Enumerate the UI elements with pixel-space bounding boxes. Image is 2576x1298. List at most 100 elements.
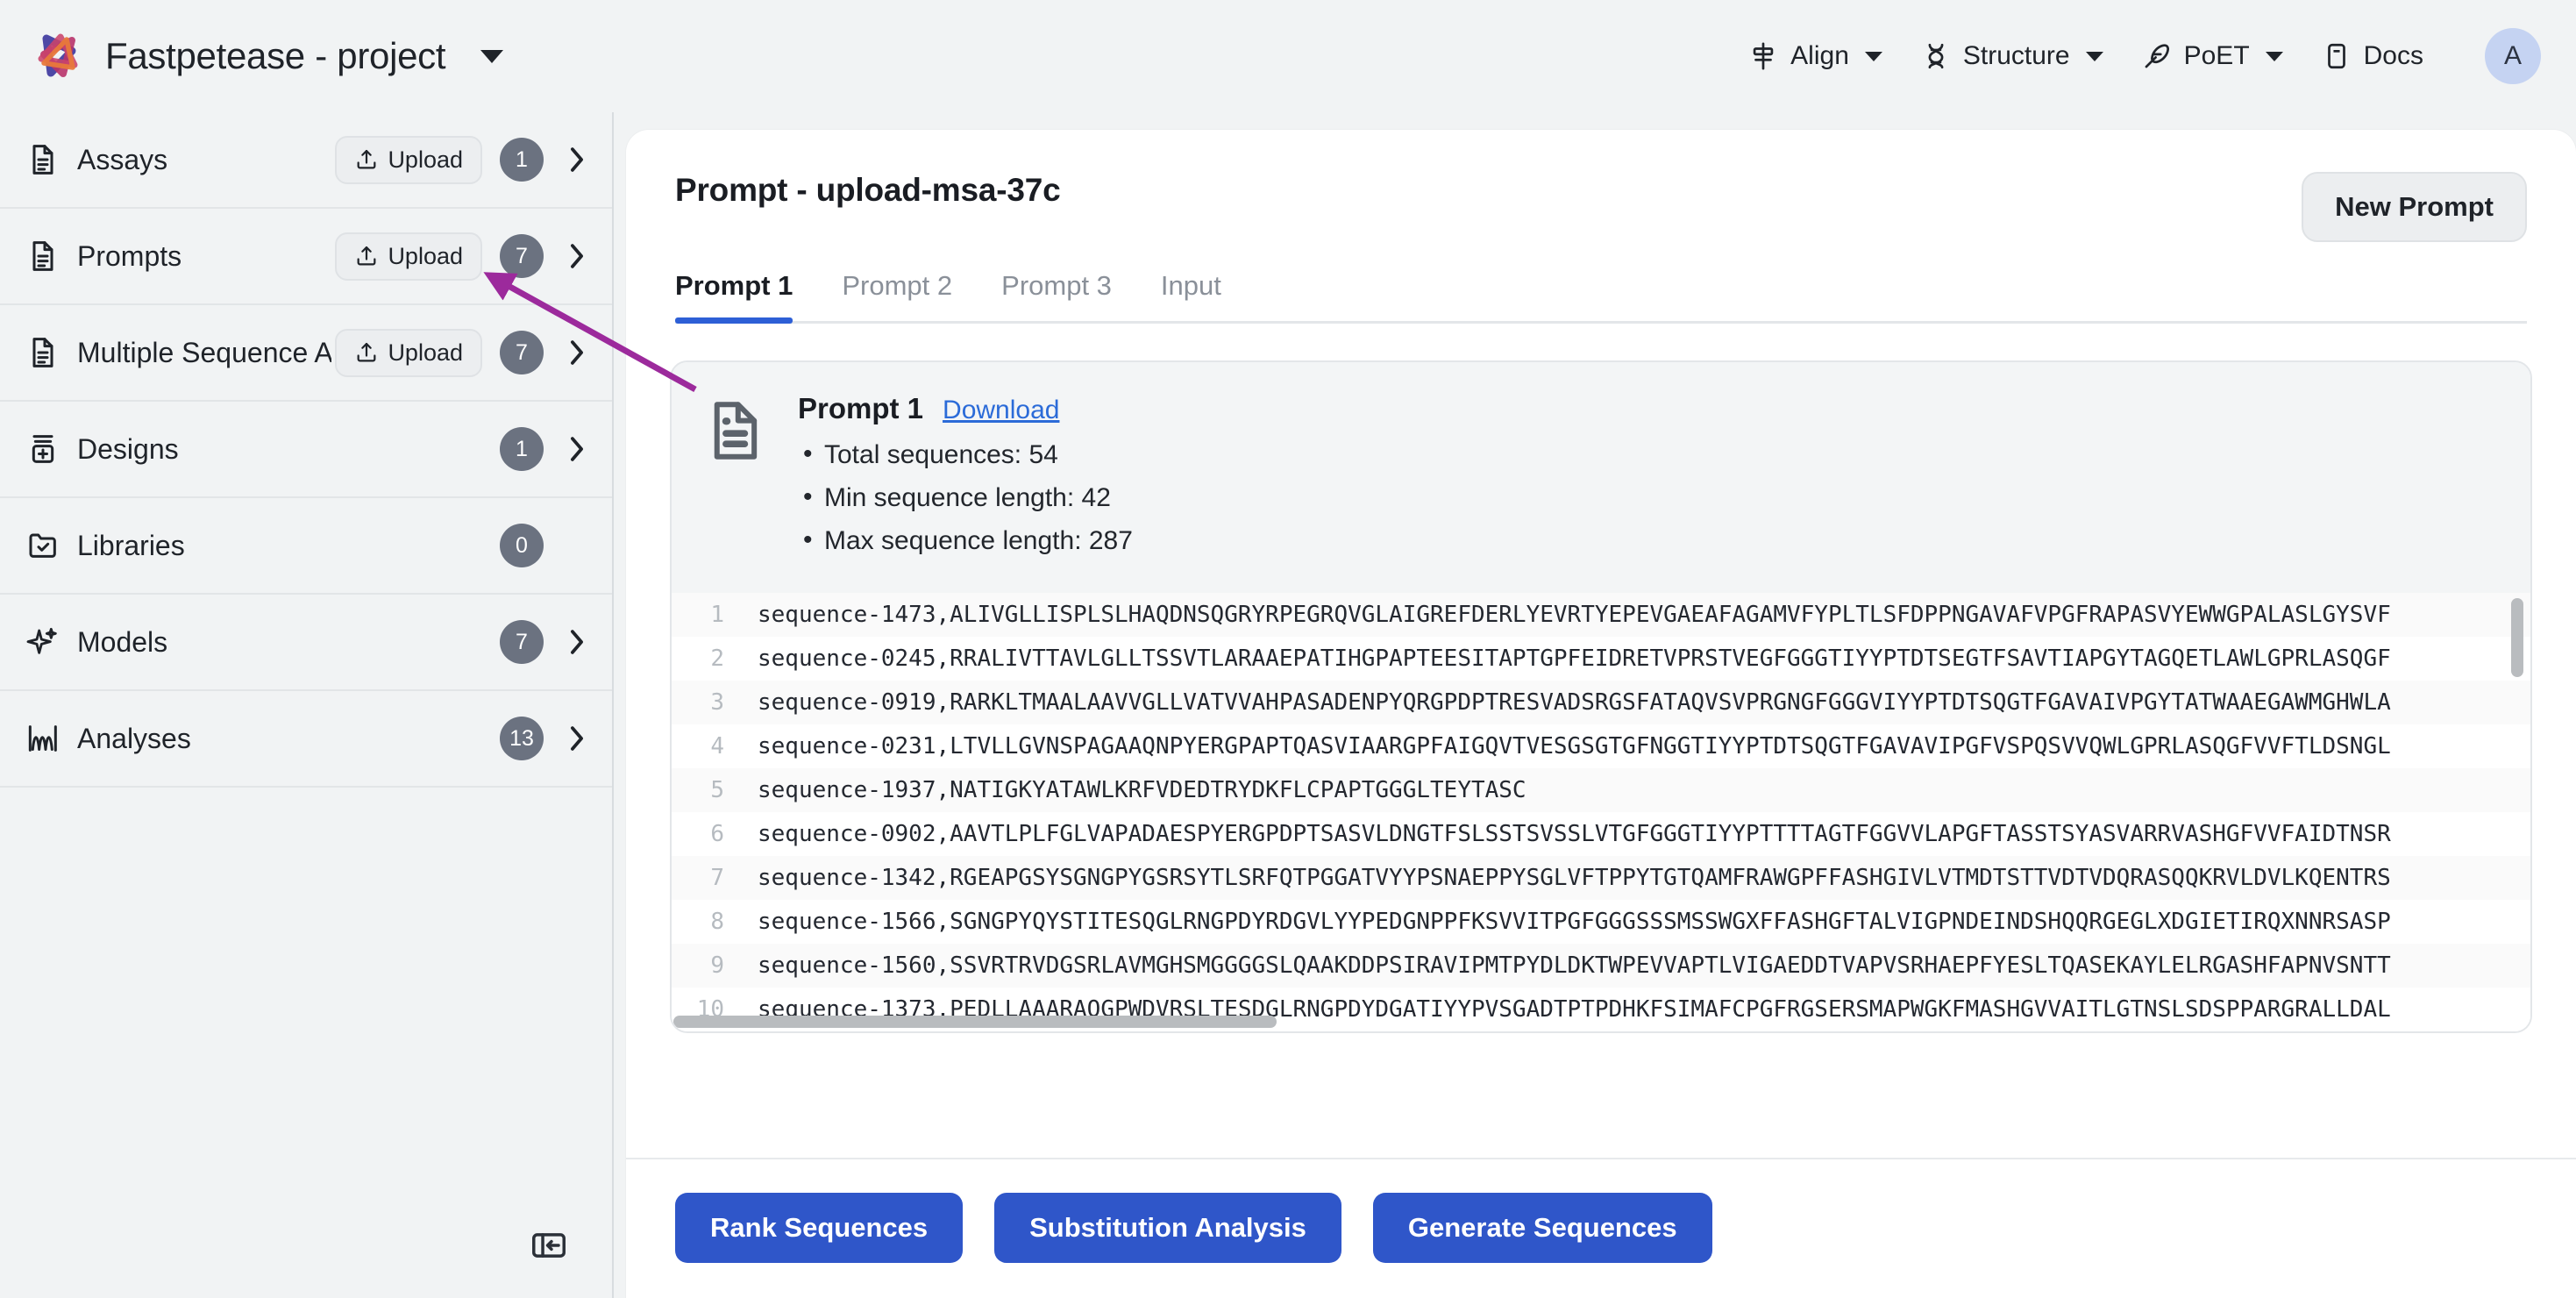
feather-icon bbox=[2142, 41, 2172, 71]
count-badge: 7 bbox=[500, 620, 544, 664]
chevron-right-icon[interactable] bbox=[563, 724, 591, 753]
count-badge: 1 bbox=[500, 427, 544, 471]
generate-sequences-button[interactable]: Generate Sequences bbox=[1372, 1193, 1712, 1263]
chevron-right-icon[interactable] bbox=[563, 627, 591, 657]
nav-item-align[interactable]: Align bbox=[1748, 41, 1882, 71]
line-number: 1 bbox=[710, 601, 724, 628]
prompt-info-title-row: Prompt 1 Download bbox=[798, 392, 2495, 425]
upload-icon bbox=[357, 149, 376, 169]
sequence-text: sequence-1937,NATIGKYATAWLKRFVDEDTRYDKFL… bbox=[758, 776, 1526, 803]
prompt-info-body: Prompt 1 Download Total sequences: 54 Mi… bbox=[798, 392, 2495, 563]
sequence-text: sequence-1342,RGEAPGSYSGNGPYGSRSYTLSRFQT… bbox=[758, 864, 2391, 891]
document-icon bbox=[25, 334, 61, 371]
new-prompt-button[interactable]: New Prompt bbox=[2302, 172, 2527, 242]
sidebar-list: Assays Upload 1 Prompts Upload 7 Multipl… bbox=[0, 112, 612, 788]
sidebar-item-label: Designs bbox=[77, 432, 179, 465]
table-row: 3 sequence-0919,RARKLTMAALAAVVGLLVATVVAH… bbox=[672, 680, 2530, 724]
chevron-right-icon[interactable] bbox=[563, 338, 591, 367]
sequence-text: sequence-0902,AAVTLPLFGLVAPADAESPYERGPDP… bbox=[758, 820, 2391, 847]
count-badge: 0 bbox=[500, 524, 544, 567]
sequence-text: sequence-0245,RRALIVTTAVLGLLTSSVTLARAAEP… bbox=[758, 645, 2391, 672]
count-badge: 7 bbox=[500, 234, 544, 278]
line-number: 6 bbox=[710, 820, 724, 847]
sidebar-collapse-icon[interactable] bbox=[526, 1223, 572, 1268]
rank-sequences-button[interactable]: Rank Sequences bbox=[675, 1193, 964, 1263]
prompt-stats-list: Total sequences: 54 Min sequence length:… bbox=[798, 433, 2495, 563]
nav-item-docs[interactable]: Docs bbox=[2322, 41, 2423, 71]
upload-label: Upload bbox=[388, 242, 463, 269]
sidebar-footer bbox=[0, 1193, 612, 1298]
document-icon bbox=[25, 238, 61, 275]
sidebar-item-label: Prompts bbox=[77, 239, 182, 272]
tab-prompt-1[interactable]: Prompt 1 bbox=[675, 270, 793, 324]
prompts-upload-button[interactable]: Upload bbox=[335, 232, 482, 281]
sidebar-item-libraries[interactable]: Libraries 0 bbox=[0, 498, 612, 595]
table-row: 6 sequence-0902,AAVTLPLFGLVAPADAESPYERGP… bbox=[672, 811, 2530, 856]
chevron-down-icon[interactable] bbox=[1864, 51, 1882, 61]
chevron-down-icon[interactable] bbox=[2265, 51, 2283, 61]
download-link[interactable]: Download bbox=[943, 396, 1059, 425]
top-bar: Fastpetease - project Align Structure Po… bbox=[0, 0, 2576, 112]
table-row: 7 sequence-1342,RGEAPGSYSGNGPYGSRSYTLSRF… bbox=[672, 855, 2530, 900]
substitution-analysis-button[interactable]: Substitution Analysis bbox=[994, 1193, 1341, 1263]
table-row: 5 sequence-1937,NATIGKYATAWLKRFVDEDTRYDK… bbox=[672, 767, 2530, 812]
table-row: 9 sequence-1560,SSVRTRVDGSRLAVMGHSMGGGGS… bbox=[672, 943, 2530, 988]
nav-item-structure[interactable]: Structure bbox=[1921, 41, 2103, 71]
line-number: 8 bbox=[710, 908, 724, 935]
count-badge: 13 bbox=[500, 717, 544, 760]
line-number: 7 bbox=[710, 864, 724, 891]
horizontal-scrollbar-thumb[interactable] bbox=[673, 1015, 1277, 1028]
top-nav: Align Structure PoET Docs A bbox=[1748, 28, 2541, 84]
avatar[interactable]: A bbox=[2485, 28, 2541, 84]
prompt-tabs: Prompt 1 Prompt 2 Prompt 3 Input bbox=[675, 270, 2527, 324]
page-title: Fastpetease - project bbox=[105, 35, 446, 76]
sequence-text: sequence-0919,RARKLTMAALAAVVGLLVATVVAHPA… bbox=[758, 688, 2391, 716]
sidebar-item-label: Assays bbox=[77, 143, 168, 175]
horizontal-scrollbar[interactable] bbox=[673, 1015, 2501, 1028]
sidebar-item-multiple-sequence-alignments[interactable]: Multiple Sequence Alignments Upload 7 bbox=[0, 305, 612, 402]
count-badge: 7 bbox=[500, 331, 544, 374]
nav-label-align: Align bbox=[1790, 41, 1849, 70]
sparkle-icon bbox=[25, 624, 61, 660]
sequence-rows[interactable]: 1 sequence-1473,ALIVGLLISPLSLHAQDNSQGRYR… bbox=[672, 592, 2530, 1031]
nav-item-poet[interactable]: PoET bbox=[2142, 41, 2283, 71]
sequence-card: Prompt 1 Download Total sequences: 54 Mi… bbox=[670, 360, 2532, 1033]
dna-helix-icon bbox=[1921, 41, 1951, 71]
sidebar-item-label: Multiple Sequence Alignments bbox=[77, 336, 332, 368]
body: Assays Upload 1 Prompts Upload 7 Multipl… bbox=[0, 112, 2576, 1298]
chevron-right-icon[interactable] bbox=[563, 145, 591, 175]
document-file-icon bbox=[701, 397, 768, 464]
sidebar-item-analyses[interactable]: Analyses 13 bbox=[0, 691, 612, 788]
sidebar-item-prompts[interactable]: Prompts Upload 7 bbox=[0, 209, 612, 305]
align-icon bbox=[1748, 41, 1778, 71]
tab-prompt-2[interactable]: Prompt 2 bbox=[842, 270, 952, 321]
sidebar-item-models[interactable]: Models 7 bbox=[0, 595, 612, 691]
list-item: Min sequence length: 42 bbox=[798, 476, 2495, 520]
main-area: Prompt - upload-msa-37c New Prompt Promp… bbox=[614, 112, 2576, 1298]
sidebar-item-assays[interactable]: Assays Upload 1 bbox=[0, 112, 612, 209]
chevron-down-icon[interactable] bbox=[2085, 51, 2103, 61]
line-number: 9 bbox=[710, 952, 724, 979]
upload-label: Upload bbox=[388, 339, 463, 366]
panel-content: Prompt 1 Download Total sequences: 54 Mi… bbox=[626, 324, 2576, 1158]
count-badge: 1 bbox=[500, 138, 544, 182]
brand[interactable]: Fastpetease - project bbox=[33, 32, 504, 81]
table-row: 8 sequence-1566,SGNGPYQYSTITESQGLRNGPDYR… bbox=[672, 899, 2530, 944]
assays-upload-button[interactable]: Upload bbox=[335, 135, 482, 184]
chevron-down-icon[interactable] bbox=[480, 49, 504, 63]
sequence-text: sequence-0231,LTVLLGVNSPAGAAQNPYERGPAPTQ… bbox=[758, 732, 2391, 760]
line-number: 2 bbox=[710, 645, 724, 672]
tab-prompt-3[interactable]: Prompt 3 bbox=[1001, 270, 1112, 321]
chevron-right-icon[interactable] bbox=[563, 434, 591, 464]
sidebar: Assays Upload 1 Prompts Upload 7 Multipl… bbox=[0, 112, 614, 1298]
sidebar-item-label: Analyses bbox=[77, 722, 191, 754]
vertical-scrollbar[interactable] bbox=[2511, 597, 2523, 1014]
sidebar-item-designs[interactable]: Designs 1 bbox=[0, 402, 612, 498]
vertical-scrollbar-thumb[interactable] bbox=[2511, 597, 2523, 677]
panel-header: Prompt - upload-msa-37c New Prompt bbox=[626, 130, 2576, 242]
chevron-right-icon[interactable] bbox=[563, 241, 591, 271]
msa-upload-button[interactable]: Upload bbox=[335, 328, 482, 377]
panel-title: Prompt - upload-msa-37c bbox=[675, 172, 1061, 208]
tab-input[interactable]: Input bbox=[1161, 270, 1221, 321]
openprotein-knot-logo bbox=[33, 32, 82, 81]
